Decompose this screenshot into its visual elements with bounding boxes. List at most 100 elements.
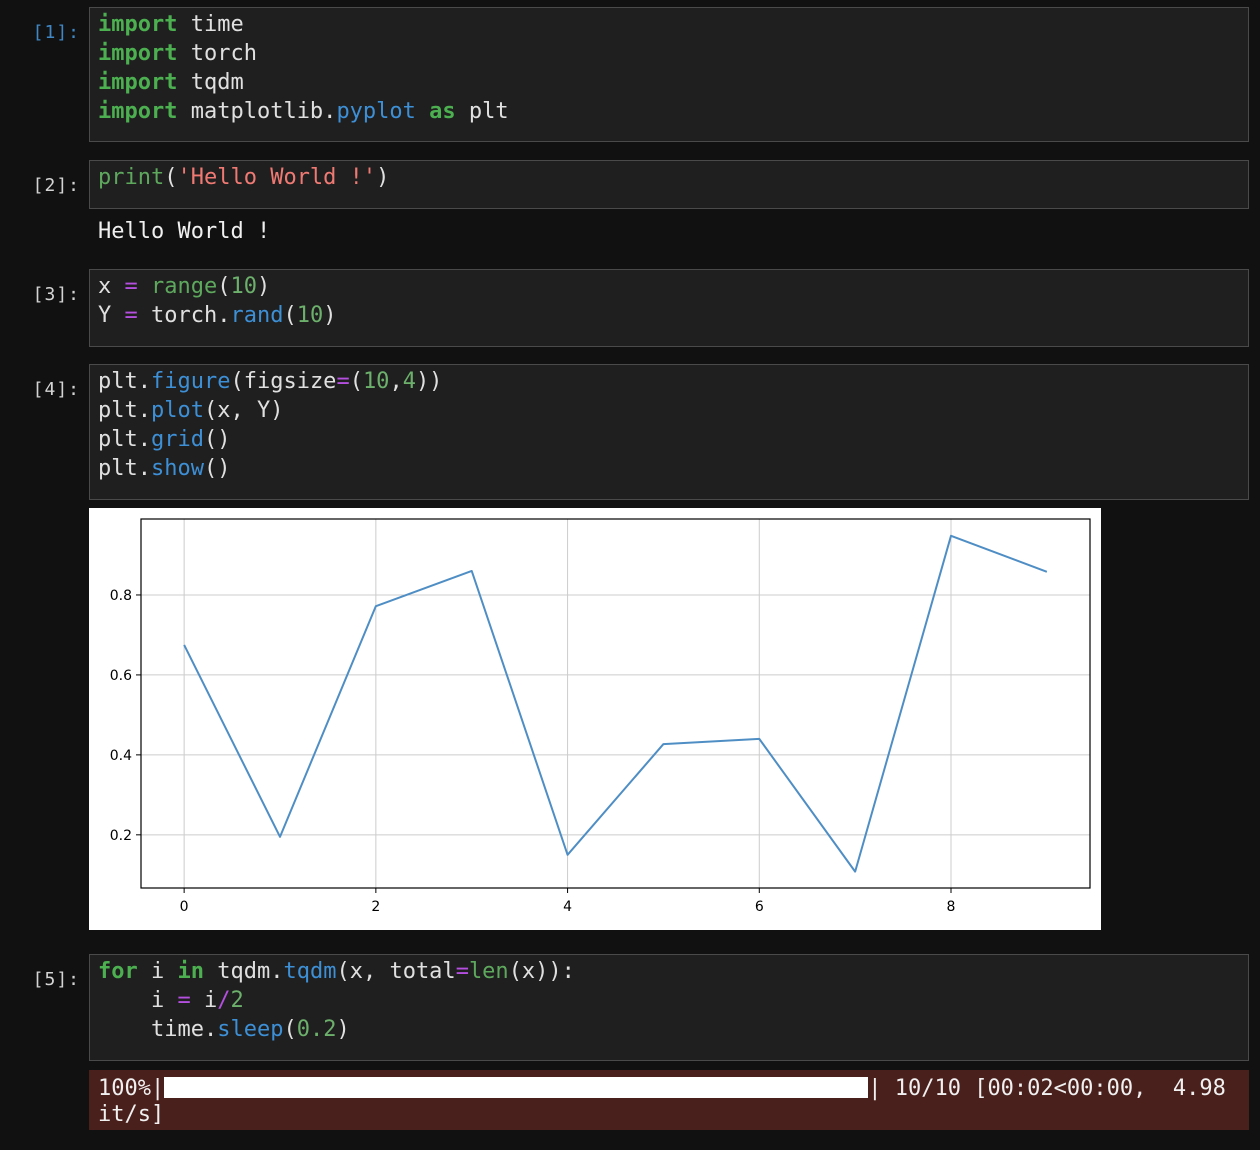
plot-frame — [140, 518, 1091, 889]
code-token: plt. — [98, 369, 151, 394]
code-token: (figsize — [230, 369, 337, 394]
code-cell-2[interactable]: print('Hello World !') — [89, 160, 1249, 209]
code-token: import — [98, 41, 178, 66]
code-token: (x, Y) — [203, 398, 284, 423]
code-token: Y — [98, 303, 125, 328]
cell-5-prompt: [5]: — [32, 969, 80, 990]
code-line: plt.plot(x, Y) — [98, 396, 1240, 425]
x-tick-label: 6 — [755, 899, 764, 915]
progress-line-1: 100%| | 10/10 [00:02<00:00, 4.98 — [98, 1076, 1240, 1102]
code-token: 4 — [402, 369, 416, 394]
code-token: grid — [150, 427, 204, 452]
code-token: ) — [376, 165, 390, 190]
code-token: = — [455, 959, 469, 984]
code-token: plt. — [98, 398, 151, 423]
code-cell-5[interactable]: for i in tqdm.tqdm(x, total=len(x)): i =… — [89, 954, 1249, 1061]
code-token: = — [124, 303, 138, 328]
x-tick-label: 0 — [180, 899, 189, 915]
code-cell-3[interactable]: x = range(10) Y = torch.rand(10) — [89, 269, 1249, 347]
code-token: ) — [256, 274, 271, 299]
code-token: torch — [177, 41, 257, 66]
code-cell-4[interactable]: plt.figure(figsize=(10,4)) plt.plot(x, Y)… — [89, 364, 1249, 500]
code-token: = — [124, 274, 138, 299]
code-token: tqdm — [283, 959, 337, 984]
code-token: (x)): — [508, 959, 575, 984]
code-token: x — [98, 274, 125, 299]
cell-2-prompt: [2]: — [32, 175, 80, 196]
code-line: import torch — [98, 39, 1240, 68]
code-token: import — [98, 99, 178, 124]
code-token: = — [177, 988, 191, 1013]
code-line: print('Hello World !') — [98, 163, 1240, 192]
code-line: import time — [98, 10, 1240, 39]
code-line: for i in tqdm.tqdm(x, total=len(x)): — [98, 957, 1240, 986]
code-token: in — [177, 959, 205, 984]
code-line: x = range(10) — [98, 272, 1240, 301]
code-line: i = i/2 — [98, 986, 1240, 1015]
code-token: time. — [98, 1017, 218, 1042]
y-tick-label: 0.2 — [110, 828, 132, 844]
code-token: ( — [283, 303, 297, 328]
code-token: 2 — [230, 988, 244, 1013]
code-token: () — [203, 427, 231, 452]
code-line: Y = torch.rand(10) — [98, 301, 1240, 330]
y-tick-label: 0.4 — [110, 748, 132, 764]
series-line — [183, 534, 1048, 873]
code-token: len — [468, 959, 509, 984]
x-tick-label: 2 — [371, 899, 380, 915]
x-tick-label: 4 — [563, 899, 572, 915]
code-token: 0.2 — [296, 1017, 337, 1042]
code-token: )) — [415, 369, 443, 394]
code-token: tqdm. — [204, 959, 284, 984]
code-token: i — [98, 988, 178, 1013]
code-token: ( — [164, 165, 178, 190]
code-token: plt. — [98, 427, 151, 452]
code-line: plt.figure(figsize=(10,4)) — [98, 367, 1240, 396]
cell-2-output: Hello World ! — [98, 219, 271, 244]
code-line: plt.show() — [98, 454, 1240, 483]
y-tick-label: 0.6 — [110, 668, 132, 684]
code-token: ) — [336, 1017, 350, 1042]
code-token: matplotlib. — [177, 99, 337, 124]
code-token: () — [203, 456, 231, 481]
code-token: show — [150, 456, 204, 481]
progress-bar — [164, 1077, 869, 1098]
code-token: figure — [150, 369, 231, 394]
code-token: i — [137, 959, 178, 984]
code-line: import matplotlib.pyplot as plt — [98, 97, 1240, 126]
cell-4-prompt: [4]: — [32, 379, 80, 400]
code-token: plt — [455, 99, 509, 124]
x-tick-label: 8 — [947, 899, 956, 915]
code-token: = — [336, 369, 350, 394]
code-token: range — [151, 274, 218, 299]
progress-percent: 100%| — [98, 1076, 165, 1101]
code-token: pyplot — [336, 99, 416, 124]
code-line: time.sleep(0.2) — [98, 1015, 1240, 1044]
code-token: i — [190, 988, 218, 1013]
code-token: as — [429, 99, 456, 124]
code-token: tqdm — [177, 70, 244, 95]
code-line: plt.grid() — [98, 425, 1240, 454]
code-token: ) — [323, 303, 337, 328]
progress-line-2: it/s] — [98, 1102, 165, 1127]
code-token: 10 — [362, 369, 390, 394]
progress-output: 100%| | 10/10 [00:02<00:00, 4.98 it/s] — [89, 1070, 1249, 1130]
code-cell-1[interactable]: import time import torch import tqdm import… — [89, 7, 1249, 142]
plot-output: 0 2 4 6 8 0.2 0.4 0.6 0.8 — [89, 508, 1101, 930]
cell-1-prompt: [1]: — [32, 22, 80, 43]
code-line: import tqdm — [98, 68, 1240, 97]
code-token: plt. — [98, 456, 151, 481]
code-token: time — [177, 12, 244, 37]
y-tick-label: 0.8 — [110, 588, 132, 604]
code-token: 10 — [230, 274, 257, 299]
code-token: rand — [230, 303, 284, 328]
code-token: ( — [283, 1017, 297, 1042]
code-token: ( — [217, 274, 231, 299]
code-token: , — [389, 369, 403, 394]
code-token: sleep — [217, 1017, 284, 1042]
code-token: import — [98, 12, 178, 37]
code-token: plot — [150, 398, 204, 423]
code-token: / — [217, 988, 231, 1013]
